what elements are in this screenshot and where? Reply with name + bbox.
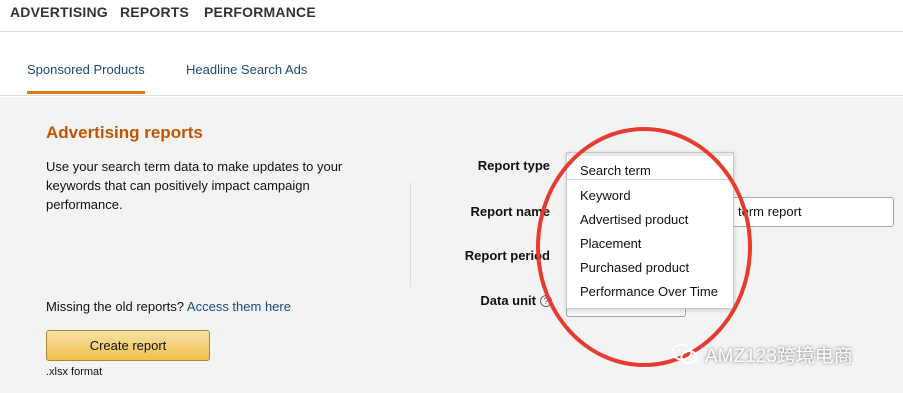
option-advertised-product[interactable]: Advertised product <box>580 212 688 227</box>
nav-reports[interactable]: REPORTS <box>120 4 189 20</box>
data-unit-label-text: Data unit <box>480 293 536 308</box>
report-type-selected-label: Search term <box>580 163 651 178</box>
old-reports-text: Missing the old reports? <box>46 299 185 314</box>
tab-sponsored-products[interactable]: Sponsored Products <box>27 62 145 77</box>
ad-type-tabs: Sponsored Products Headline Search Ads <box>0 33 903 96</box>
old-reports-notice: Missing the old reports? Access them her… <box>46 299 291 314</box>
report-type-selected-option[interactable]: Search term <box>567 153 733 180</box>
tab-headline-search-ads[interactable]: Headline Search Ads <box>186 62 307 77</box>
top-navigation: ADVERTISING REPORTS PERFORMANCE <box>0 0 903 32</box>
access-old-reports-link[interactable]: Access them here <box>187 299 291 314</box>
report-type-label: Report type <box>477 158 550 173</box>
nav-performance[interactable]: PERFORMANCE <box>204 4 316 20</box>
option-keyword[interactable]: Keyword <box>580 188 631 203</box>
report-period-label: Report period <box>464 248 550 263</box>
help-icon[interactable]: ? <box>540 295 552 307</box>
option-placement[interactable]: Placement <box>580 236 641 251</box>
report-description: Use your search term data to make update… <box>46 159 343 212</box>
option-purchased-product[interactable]: Purchased product <box>580 260 689 275</box>
report-name-label: Report name <box>470 204 550 219</box>
watermark: AMZ123跨境电商 <box>671 340 853 368</box>
active-tab-indicator <box>27 91 145 94</box>
nav-advertising[interactable]: ADVERTISING <box>10 4 108 20</box>
report-type-dropdown[interactable]: Search term Keyword Advertised product P… <box>566 152 734 309</box>
data-unit-label: Data unit? <box>462 293 552 308</box>
format-note: .xlsx format <box>46 366 103 378</box>
page-title: Advertising reports <box>46 123 203 142</box>
column-divider <box>410 182 411 287</box>
wechat-logo-icon <box>671 342 699 366</box>
watermark-text: AMZ123跨境电商 <box>705 345 853 367</box>
create-report-button[interactable]: Create report <box>46 330 210 361</box>
option-performance-over-time[interactable]: Performance Over Time <box>580 284 718 299</box>
